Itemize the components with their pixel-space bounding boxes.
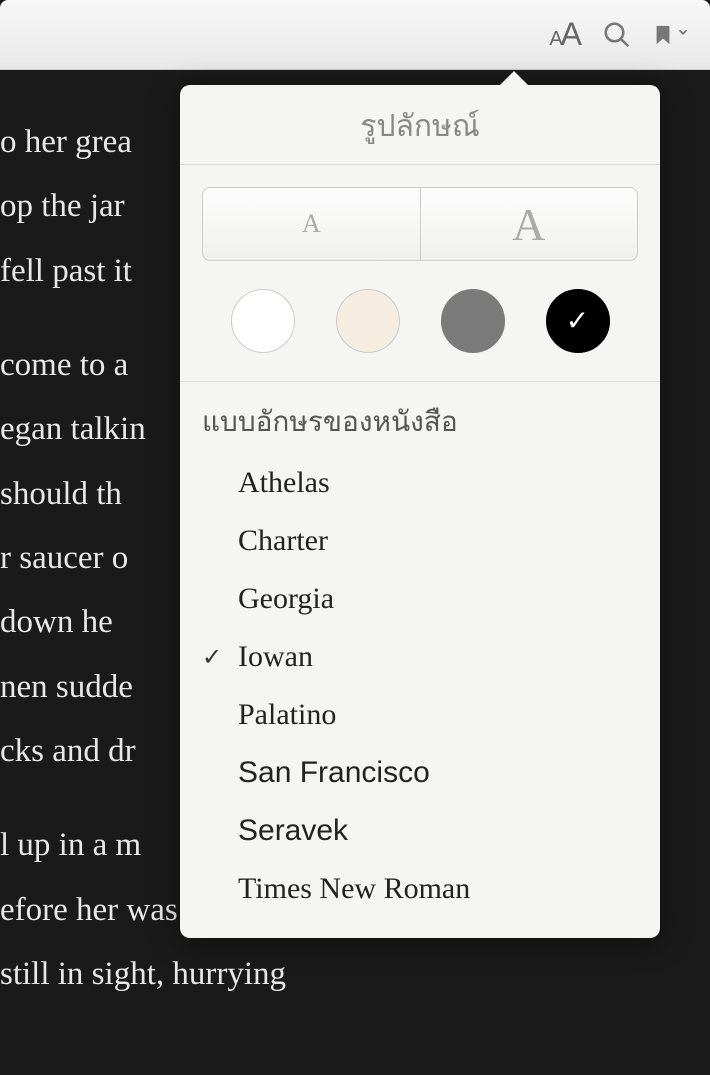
font-label: San Francisco xyxy=(238,756,430,790)
font-option-palatino[interactable]: Palatino xyxy=(180,686,660,744)
theme-white[interactable] xyxy=(231,289,295,353)
font-size-controls: A A xyxy=(202,187,638,261)
font-label: Athelas xyxy=(238,466,330,500)
font-list: Athelas Charter Georgia ✓ Iowan Palatino… xyxy=(180,454,660,918)
font-option-charter[interactable]: Charter xyxy=(180,512,660,570)
font-label: Charter xyxy=(238,524,328,558)
check-icon: ✓ xyxy=(566,304,589,338)
font-option-iowan[interactable]: ✓ Iowan xyxy=(180,628,660,686)
increase-font-button[interactable]: A xyxy=(421,188,638,260)
search-button[interactable] xyxy=(602,20,632,50)
font-option-athelas[interactable]: Athelas xyxy=(180,454,660,512)
toolbar: A A xyxy=(0,0,710,70)
font-label: Georgia xyxy=(238,582,334,616)
decrease-font-button[interactable]: A xyxy=(203,188,421,260)
appearance-popover: รูปลักษณ์ A A ✓ แบบอักษรของหนังสือ Athel… xyxy=(180,85,660,938)
check-icon: ✓ xyxy=(202,643,238,672)
popover-title: รูปลักษณ์ xyxy=(180,85,660,165)
font-label: Iowan xyxy=(238,640,313,674)
font-option-georgia[interactable]: Georgia xyxy=(180,570,660,628)
font-section-label: แบบอักษรของหนังสือ xyxy=(180,400,660,454)
theme-gray[interactable] xyxy=(441,289,505,353)
font-section: แบบอักษรของหนังสือ Athelas Charter Georg… xyxy=(180,381,660,938)
font-label: Seravek xyxy=(238,814,348,848)
font-option-sanfrancisco[interactable]: San Francisco xyxy=(180,744,660,802)
bookmark-icon xyxy=(652,21,674,49)
font-option-times[interactable]: Times New Roman xyxy=(180,860,660,918)
font-label: Palatino xyxy=(238,698,336,732)
bookmark-button[interactable] xyxy=(652,21,690,49)
theme-swatches: ✓ xyxy=(180,279,660,381)
search-icon xyxy=(602,20,632,50)
font-label: Times New Roman xyxy=(238,872,470,906)
chevron-down-icon xyxy=(676,25,690,44)
theme-black[interactable]: ✓ xyxy=(546,289,610,353)
font-option-seravek[interactable]: Seravek xyxy=(180,802,660,860)
appearance-button[interactable]: A A xyxy=(549,16,582,53)
popover-arrow xyxy=(498,71,530,87)
font-size-icon-large: A xyxy=(561,16,582,53)
theme-sepia[interactable] xyxy=(336,289,400,353)
